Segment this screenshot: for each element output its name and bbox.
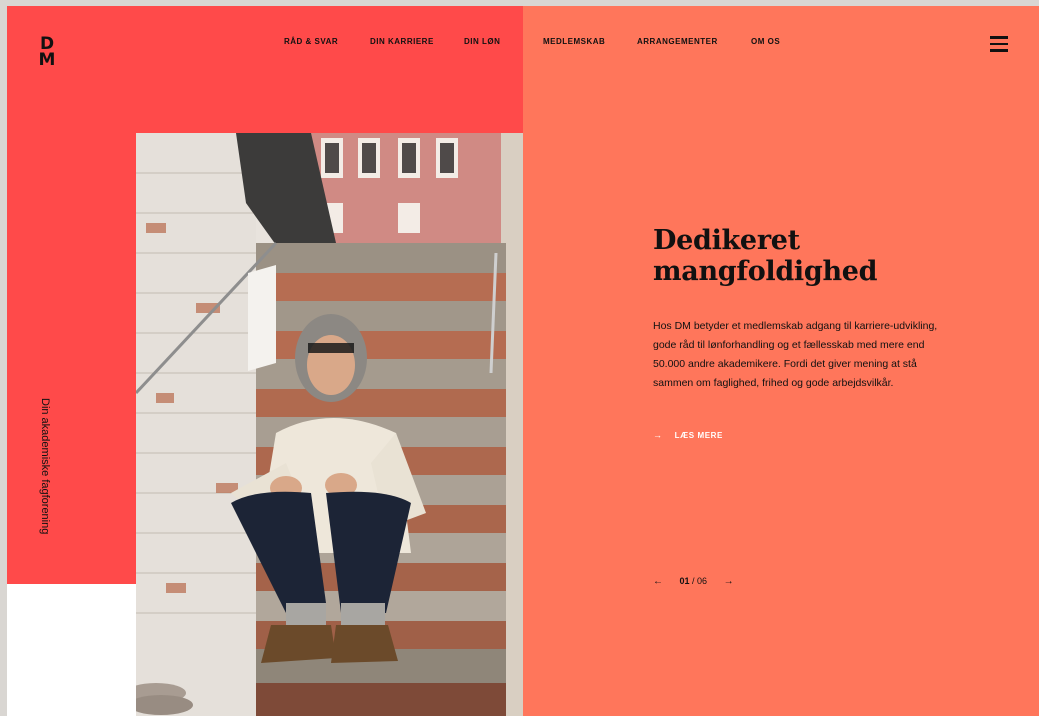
hero-body-text: Hos DM betyder et medlemskab adgang til … [653, 320, 938, 389]
slide-separator: / [689, 576, 698, 586]
hero-headline-line1: Dedikeret [653, 225, 800, 256]
white-block [7, 584, 136, 716]
hero-photo [136, 133, 523, 716]
hamburger-menu-icon[interactable] [990, 36, 1008, 52]
nav-item-din-loen[interactable]: DIN LØN [464, 37, 500, 46]
read-more-label: LÆS MERE [674, 431, 723, 440]
arrow-left-icon[interactable]: ← [653, 576, 663, 587]
arrow-right-icon: → [653, 430, 663, 440]
slide-counter: 01 / 06 [680, 576, 708, 586]
hero-headline-line2: mangfoldighed [653, 256, 878, 287]
main-nav: RÅD & SVAR DIN KARRIERE DIN LØN MEDLEMSK… [7, 37, 1039, 51]
nav-item-raad-og-svar[interactable]: RÅD & SVAR [284, 37, 338, 46]
tagline: Din akademiske fagforening [39, 398, 51, 535]
slide-total: 06 [697, 576, 708, 586]
read-more-link[interactable]: → LÆS MERE [653, 430, 723, 440]
slide-pager: ← 01 / 06 → [653, 576, 734, 587]
hero-headline: Dedikeret mangfoldighed [653, 225, 973, 287]
nav-item-om-os[interactable]: OM OS [751, 37, 780, 46]
nav-item-medlemskab[interactable]: MEDLEMSKAB [543, 37, 605, 46]
slide-current: 01 [679, 576, 690, 586]
nav-item-din-karriere[interactable]: DIN KARRIERE [370, 37, 434, 46]
nav-item-arrangementer[interactable]: ARRANGEMENTER [637, 37, 718, 46]
arrow-right-icon[interactable]: → [724, 576, 734, 587]
page: D M RÅD & SVAR DIN KARRIERE DIN LØN MEDL… [7, 6, 1039, 716]
logo-letter-m: M [38, 50, 56, 70]
